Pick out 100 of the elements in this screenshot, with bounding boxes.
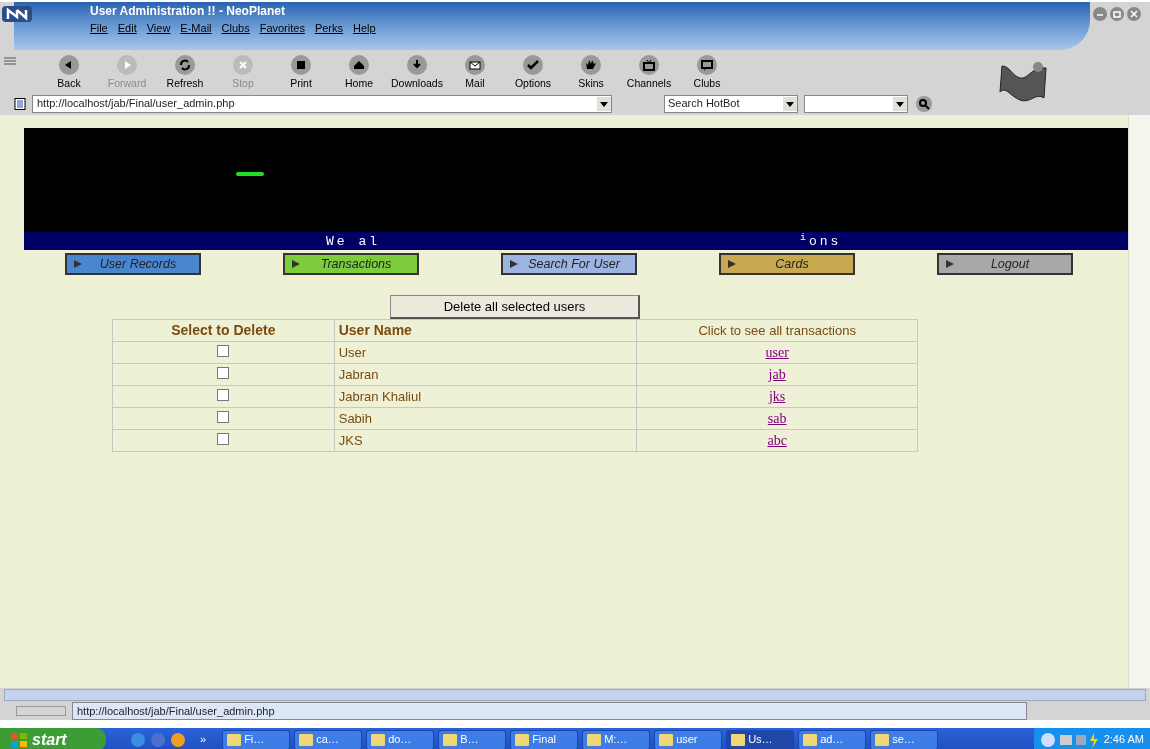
checkbox[interactable] [217, 432, 230, 445]
arrow-icon [291, 259, 301, 269]
window-icon [803, 733, 818, 746]
taskbar-button[interactable]: M:… [582, 729, 651, 749]
toolbar-grip-icon [4, 56, 16, 65]
transactions-link[interactable]: sab [767, 411, 787, 426]
window-title: User Administration !! - NeoPlanet [90, 3, 285, 20]
window-icon [371, 733, 386, 746]
nav-button[interactable]: Search For User [501, 253, 637, 275]
checkbox[interactable] [217, 366, 230, 379]
toolbar-button[interactable]: Mail [446, 54, 504, 92]
user-name-cell: Jabran Khaliul [334, 385, 637, 408]
transactions-link[interactable]: jks [769, 389, 786, 404]
download-icon [406, 54, 428, 77]
home-icon [348, 54, 370, 77]
mail-icon [464, 54, 486, 77]
user-name-cell: Sabih [334, 407, 637, 430]
taskbar-button[interactable]: ad… [798, 729, 867, 749]
marquee-text: We al [326, 233, 380, 250]
toolbar-button[interactable]: Home [330, 54, 388, 92]
window-icon [659, 733, 674, 746]
menu-item[interactable]: File [90, 20, 108, 37]
nav-button[interactable]: Transactions [283, 253, 419, 275]
dropdown-icon[interactable] [893, 96, 907, 111]
transactions-link[interactable]: abc [767, 433, 787, 448]
arrow-icon [727, 259, 737, 269]
search-field[interactable] [804, 94, 908, 113]
marquee-text: $^{i}$ons [800, 232, 842, 250]
transactions-link[interactable]: jab [768, 367, 786, 382]
menu-item[interactable]: E-Mail [180, 20, 212, 37]
address-field[interactable]: http://localhost/jab/Final/user_admin.php [32, 94, 612, 113]
toolbar-button[interactable]: Back [40, 54, 98, 92]
window-icon [227, 733, 242, 746]
taskbar-button[interactable]: do… [366, 729, 435, 749]
toolbar-button[interactable]: Skins [562, 54, 620, 92]
search-engine-dropdown[interactable]: Search HotBot [664, 94, 798, 113]
window-icon [443, 733, 458, 746]
start-button[interactable]: start [0, 728, 106, 749]
nav-button[interactable]: User Records [65, 253, 201, 275]
toolbar-button[interactable]: Downloads [388, 54, 446, 92]
stop-icon [232, 54, 254, 77]
checkbox[interactable] [217, 388, 230, 401]
progress-indicator [16, 706, 66, 716]
toolbar-button[interactable]: Print [272, 54, 330, 92]
user-name-cell: Jabran [334, 363, 637, 386]
document-icon [14, 97, 26, 110]
clock: 2:46 AM [1103, 732, 1144, 748]
column-header: Click to see all transactions [636, 319, 918, 342]
back-icon [58, 54, 80, 77]
toolbar-button[interactable]: Clubs [678, 54, 736, 92]
windows-logo-icon [10, 731, 28, 748]
window-icon [875, 733, 890, 746]
checkbox[interactable] [217, 410, 230, 423]
speech-bubble-icon [696, 54, 718, 77]
arrow-icon [73, 259, 83, 269]
forward-icon [116, 54, 138, 77]
taskbar-button[interactable]: Us… [726, 729, 795, 749]
toolbar-button[interactable]: Options [504, 54, 562, 92]
window-icon [731, 733, 746, 746]
menu-item[interactable]: Edit [117, 20, 137, 37]
vertical-scrollbar[interactable] [1128, 115, 1150, 688]
column-header: User Name [334, 319, 637, 342]
user-name-cell: User [334, 341, 637, 364]
user-name-cell: JKS [334, 429, 637, 452]
checkbox[interactable] [217, 344, 230, 357]
tv-icon [638, 54, 660, 77]
taskbar-button[interactable]: B… [438, 729, 507, 749]
column-header: Select to Delete [112, 319, 335, 342]
window-icon [587, 733, 602, 746]
dropdown-icon[interactable] [597, 96, 611, 111]
chevron[interactable]: » [200, 731, 207, 748]
tray-icon[interactable] [1039, 731, 1100, 748]
window-icon [299, 733, 314, 746]
dash-mark [236, 172, 264, 176]
toolbar-button[interactable]: Channels [620, 54, 678, 92]
menu-item[interactable]: Clubs [221, 20, 250, 37]
menu-item[interactable]: View [146, 20, 171, 37]
nav-button[interactable]: Logout [937, 253, 1073, 275]
checkmark-icon [522, 54, 544, 77]
arrow-icon [945, 259, 955, 269]
dropdown-icon[interactable] [783, 96, 797, 111]
nav-button[interactable]: Cards [719, 253, 855, 275]
app-logo-icon [2, 6, 32, 22]
refresh-icon [174, 54, 196, 77]
menu-item[interactable]: Perks [314, 20, 344, 37]
taskbar-button[interactable]: ca… [294, 729, 363, 749]
search-icon[interactable] [914, 94, 934, 113]
arrow-icon [509, 259, 519, 269]
transactions-link[interactable]: user [765, 345, 789, 360]
taskbar-button[interactable]: se… [870, 729, 939, 749]
delete-selected-button[interactable]: Delete all selected users [390, 295, 640, 319]
menu-item[interactable]: Help [353, 20, 376, 37]
horizontal-scrollbar[interactable] [0, 688, 1150, 702]
menu-item[interactable]: Favorites [259, 20, 305, 37]
window-icon [515, 733, 530, 746]
taskbar-button[interactable]: Fi… [222, 729, 291, 749]
toolbar-button[interactable]: Refresh [156, 54, 214, 92]
status-text: http://localhost/jab/Final/user_admin.php [76, 703, 275, 719]
taskbar-button[interactable]: Final [510, 729, 579, 749]
taskbar-button[interactable]: user [654, 729, 723, 749]
